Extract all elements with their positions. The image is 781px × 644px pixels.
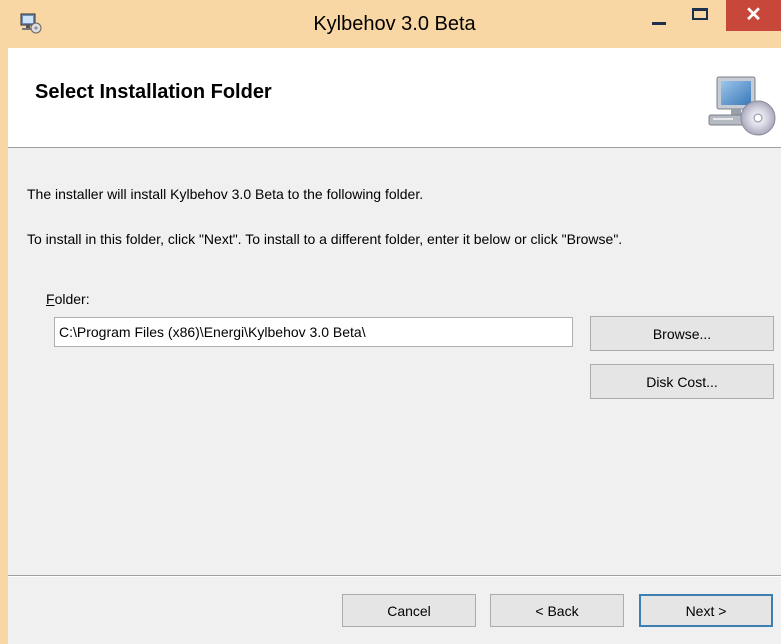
back-button[interactable]: < Back [490,594,624,627]
header-banner: Select Installation Folder [8,48,781,148]
minimize-button[interactable] [634,0,682,30]
instructions-text: To install in this folder, click "Next".… [27,231,623,247]
maximize-button[interactable] [682,0,722,30]
folder-label-hotkey: F [46,291,55,307]
maximize-icon [692,8,708,20]
browse-button[interactable]: Browse... [590,316,774,351]
close-button[interactable]: ✕ [726,0,781,31]
footer-divider-highlight [8,576,781,577]
page-title: Select Installation Folder [35,81,272,103]
cancel-button[interactable]: Cancel [342,594,476,627]
disk-cost-button[interactable]: Disk Cost... [590,364,774,399]
window-left-border [0,0,8,644]
close-icon: ✕ [745,4,762,26]
folder-path-input[interactable] [54,317,573,347]
title-bar[interactable]: Kylbehov 3.0 Beta ✕ [8,0,781,48]
intro-text: The installer will install Kylbehov 3.0 … [27,186,424,202]
computer-cd-icon [708,76,776,136]
folder-label-text: older: [54,291,90,307]
installer-window: Kylbehov 3.0 Beta ✕ Select Installation … [0,0,781,644]
folder-label: Folder: [46,291,90,307]
minimize-icon [652,22,666,25]
next-button[interactable]: Next > [639,594,773,627]
